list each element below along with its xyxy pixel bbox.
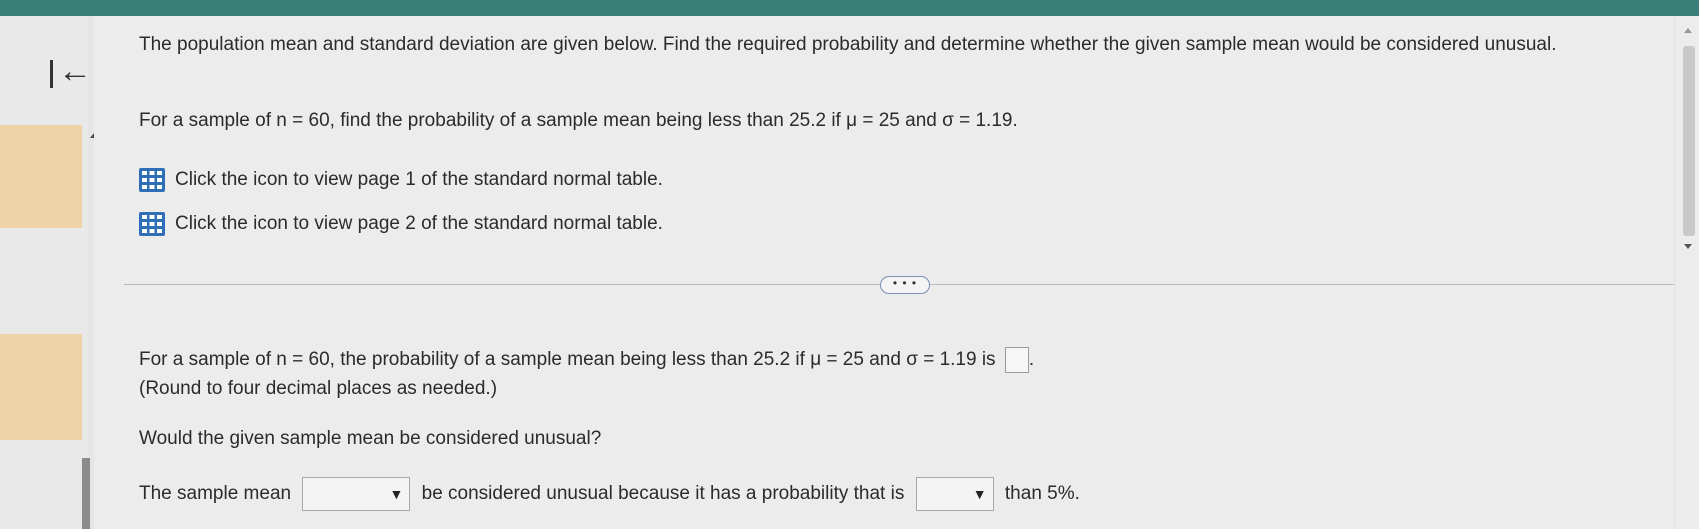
caret-down-icon: ▼: [389, 486, 404, 502]
would-would-not-dropdown[interactable]: ▼: [302, 477, 411, 511]
sentence-part-1: The sample mean: [139, 483, 292, 505]
scroll-thumb[interactable]: [1683, 46, 1695, 236]
sentence-part-3: than 5%.: [1004, 483, 1080, 505]
back-to-start-icon: [50, 60, 53, 88]
table-icon[interactable]: [139, 212, 165, 236]
answer-statement-text: For a sample of n = 60, the probability …: [139, 349, 996, 371]
left-arrow-icon: ←: [58, 52, 92, 90]
normal-table-link-page-1[interactable]: Click the icon to view page 1 of the sta…: [139, 168, 663, 192]
link-label: Click the icon to view page 2 of the sta…: [175, 213, 663, 235]
caret-down-icon: ▼: [972, 486, 987, 502]
answer-marker-stripe: [0, 334, 82, 440]
left-rail: [0, 16, 88, 529]
comparison-dropdown[interactable]: ▼: [915, 477, 994, 511]
table-icon[interactable]: [139, 168, 165, 192]
question-intro: The population mean and standard deviati…: [139, 34, 1557, 55]
sentence-part-2: be considered unusual because it has a p…: [421, 483, 905, 505]
more-options-button[interactable]: • • •: [880, 276, 930, 294]
scroll-up-icon[interactable]: [1684, 28, 1692, 33]
link-label: Click the icon to view page 1 of the sta…: [175, 169, 663, 191]
probability-answer-box[interactable]: [1004, 347, 1029, 373]
scroll-down-icon[interactable]: [1684, 244, 1692, 249]
question-marker-stripe: [0, 125, 82, 228]
rail-scroll-bar[interactable]: [82, 458, 90, 529]
vertical-scrollbar[interactable]: [1676, 16, 1699, 529]
unusual-sentence: The sample mean ▼ be considered unusual …: [139, 477, 1080, 511]
rounding-note: (Round to four decimal places as needed.…: [139, 378, 498, 399]
question-panel: The population mean and standard deviati…: [94, 16, 1674, 529]
answer-statement-end: .: [1028, 349, 1035, 371]
unusual-question: Would the given sample mean be considere…: [139, 428, 602, 449]
question-prompt: For a sample of n = 60, find the probabi…: [139, 110, 1018, 131]
normal-table-link-page-2[interactable]: Click the icon to view page 2 of the sta…: [139, 212, 663, 236]
top-bar: [0, 0, 1699, 16]
back-to-start-button[interactable]: ←: [50, 54, 92, 88]
answer-statement: For a sample of n = 60, the probability …: [139, 347, 1034, 373]
